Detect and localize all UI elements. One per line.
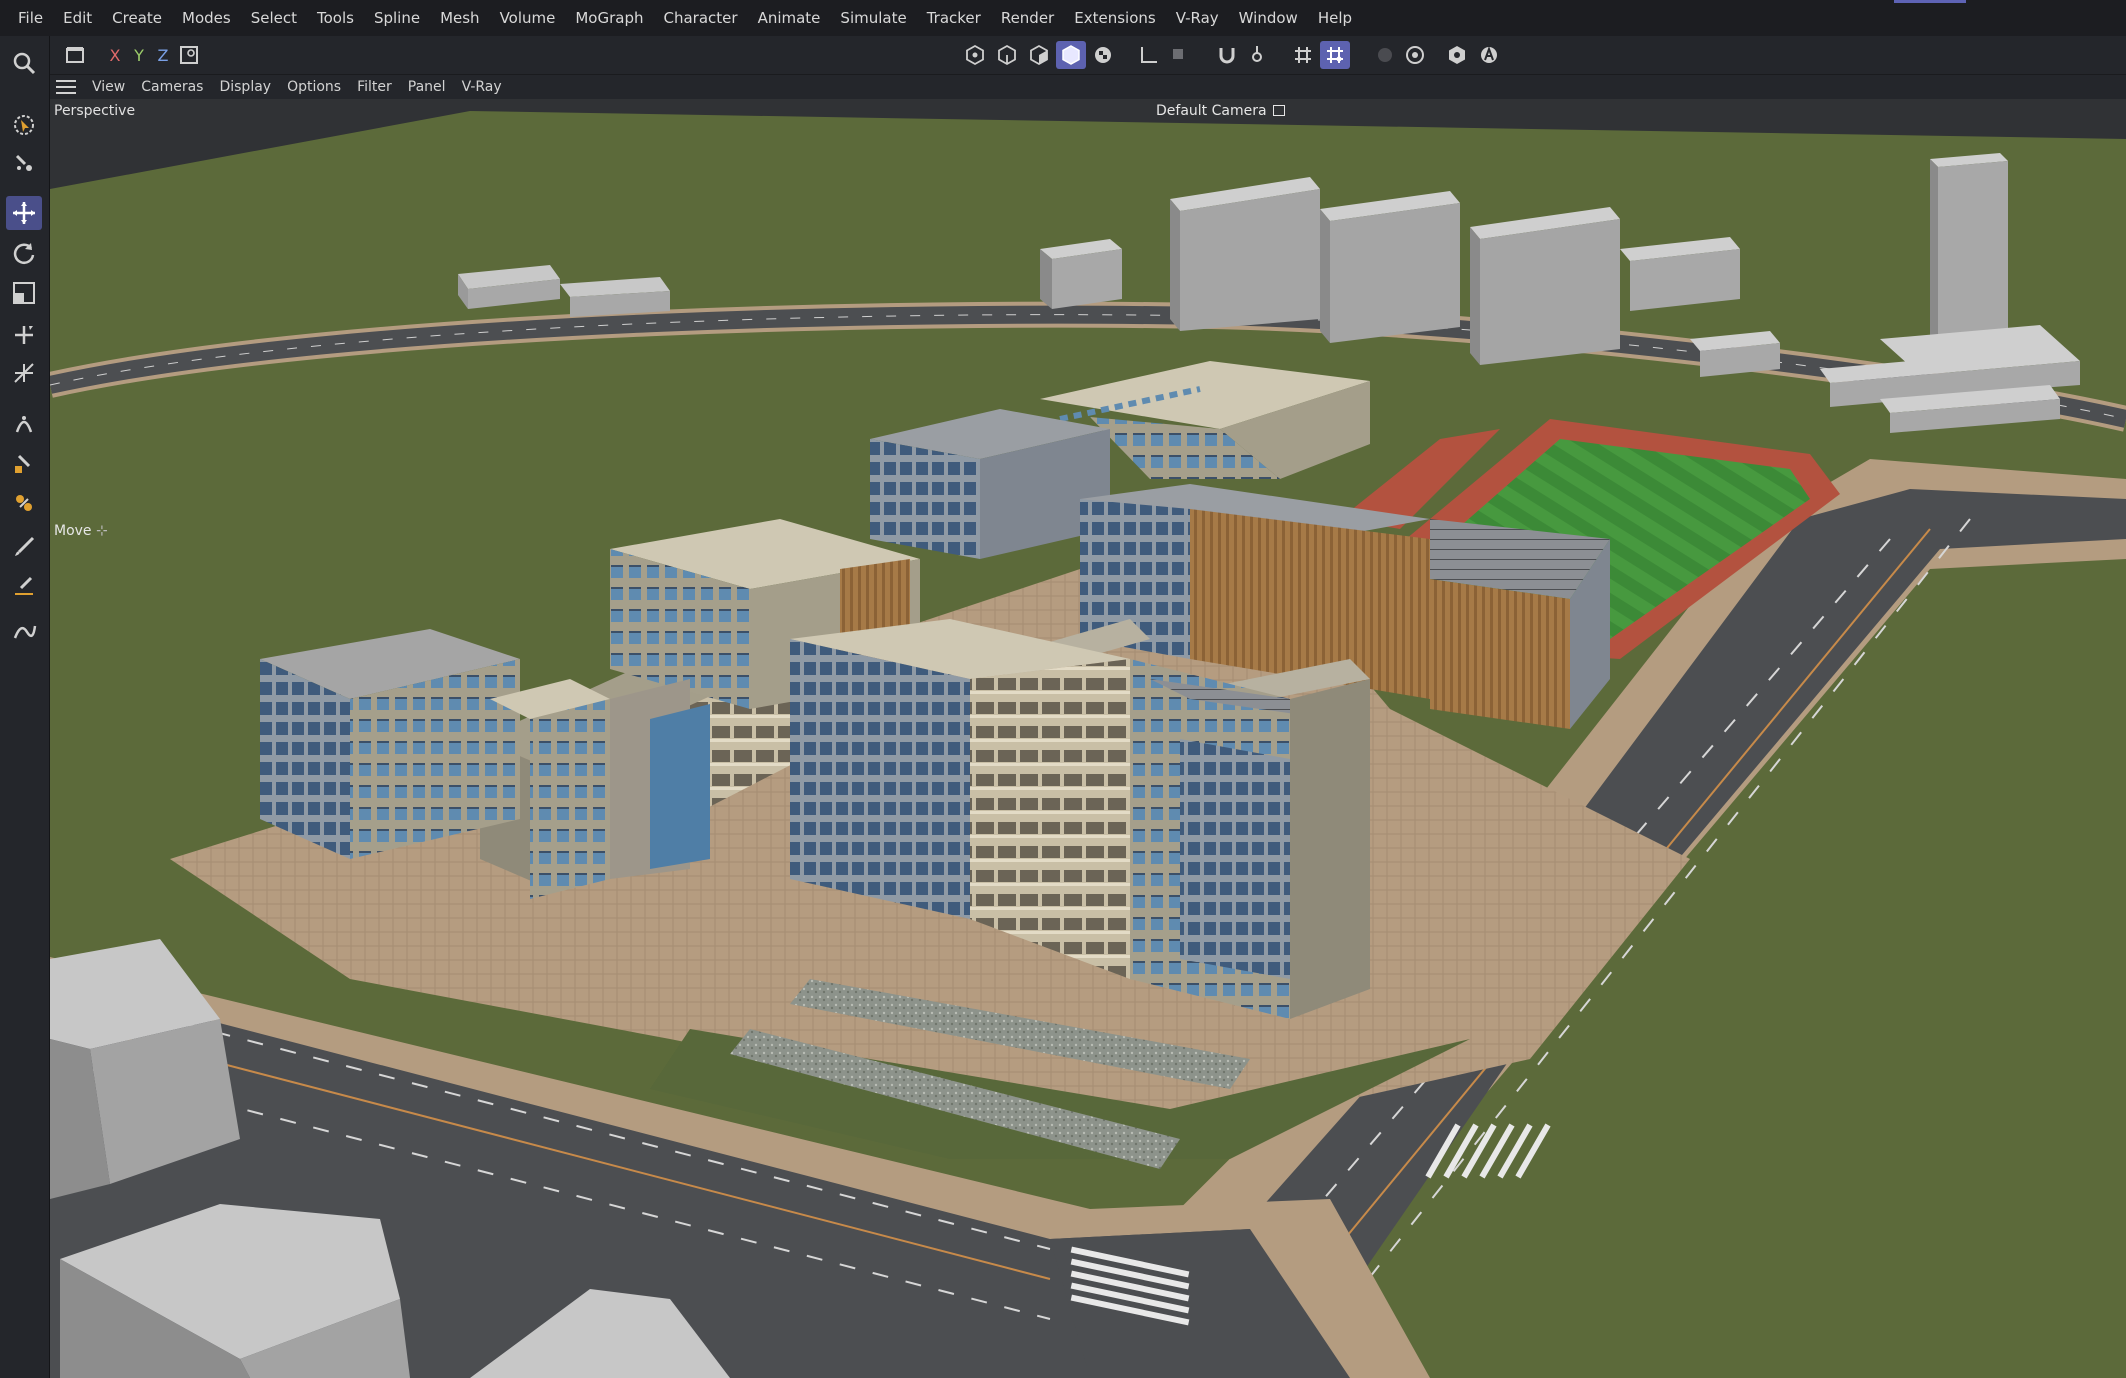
viewport-menu-panel[interactable]: Panel xyxy=(400,79,454,95)
3d-scene-render[interactable] xyxy=(50,99,2126,1378)
menu-create[interactable]: Create xyxy=(102,0,172,36)
snap-scale-icon xyxy=(14,363,34,383)
live-select-icon xyxy=(14,115,34,135)
top-toolbar: X Y Z xyxy=(50,36,2126,74)
viewport-menubar: View Cameras Display Options Filter Panel V-Ra… xyxy=(50,74,2126,99)
viewport-menu-cameras[interactable]: Cameras xyxy=(133,79,211,95)
move-icon xyxy=(13,202,35,224)
menu-extensions[interactable]: Extensions xyxy=(1064,0,1165,36)
edges-mode-icon[interactable] xyxy=(992,41,1022,69)
menu-modes[interactable]: Modes xyxy=(172,0,241,36)
menu-animate[interactable]: Animate xyxy=(748,0,831,36)
tweak-icon xyxy=(15,154,32,171)
left-toolbar xyxy=(0,36,50,1378)
magnet-tool[interactable] xyxy=(6,406,42,440)
menu-select[interactable]: Select xyxy=(241,0,307,36)
knife-tool[interactable] xyxy=(6,570,42,604)
menu-spline[interactable]: Spline xyxy=(364,0,430,36)
viewport-menu-options[interactable]: Options xyxy=(279,79,349,95)
vray-settings-icon[interactable] xyxy=(1474,41,1504,69)
viewport-hamburger-icon[interactable] xyxy=(56,80,76,94)
window-accent-bar xyxy=(1894,0,1966,3)
viewport-menu-filter[interactable]: Filter xyxy=(349,79,400,95)
menu-volume[interactable]: Volume xyxy=(490,0,566,36)
spline-pen-icon xyxy=(13,625,37,639)
model-mode-icon[interactable] xyxy=(1056,41,1086,69)
menu-mograph[interactable]: MoGraph xyxy=(565,0,653,36)
transform-icon xyxy=(15,326,33,344)
coordinate-system-icon[interactable] xyxy=(174,41,204,69)
texture-mode-icon[interactable] xyxy=(1088,41,1118,69)
menu-file[interactable]: File xyxy=(8,0,53,36)
viewport-projection-label[interactable]: Perspective xyxy=(54,103,135,119)
paint-tool[interactable] xyxy=(6,446,42,480)
menu-tracker[interactable]: Tracker xyxy=(917,0,991,36)
polygons-mode-icon[interactable] xyxy=(1024,41,1054,69)
active-tool-label: Move ⊹ xyxy=(54,523,108,539)
magnifier-tool[interactable] xyxy=(6,46,42,80)
transform-tool[interactable] xyxy=(6,318,42,352)
brush-icon xyxy=(15,536,35,556)
tweak-tool[interactable] xyxy=(6,146,42,180)
brush-tool[interactable] xyxy=(6,530,42,564)
rotate-icon xyxy=(13,243,35,264)
camera-name: Default Camera xyxy=(1156,103,1267,119)
magnet-snap-icon[interactable] xyxy=(1212,41,1242,69)
axis-snap-icon[interactable] xyxy=(1242,41,1272,69)
render-region-icon[interactable] xyxy=(1164,41,1194,69)
menu-character[interactable]: Character xyxy=(654,0,748,36)
scale-tool[interactable] xyxy=(6,276,42,310)
vray-render-icon[interactable] xyxy=(1442,41,1472,69)
camera-link-icon xyxy=(1273,105,1285,116)
undo-view-icon[interactable] xyxy=(60,41,90,69)
grid-snap-icon[interactable] xyxy=(1288,41,1318,69)
render-view-icon[interactable] xyxy=(1370,41,1400,69)
menu-tools[interactable]: Tools xyxy=(307,0,364,36)
rotate-tool[interactable] xyxy=(6,236,42,270)
viewport-menu-display[interactable]: Display xyxy=(211,79,279,95)
axis-z-label: Z xyxy=(157,45,169,65)
menu-simulate[interactable]: Simulate xyxy=(830,0,916,36)
weight-icon xyxy=(16,495,32,511)
render-settings-icon[interactable] xyxy=(1400,41,1430,69)
magnifier-icon xyxy=(13,52,36,75)
magnet-icon xyxy=(15,416,33,433)
quantize-icon[interactable] xyxy=(1320,41,1350,69)
viewport-menu-view[interactable]: View xyxy=(84,79,133,95)
active-tool-name: Move xyxy=(54,523,92,539)
spline-pen-tool[interactable] xyxy=(6,614,42,648)
scale-icon xyxy=(13,282,35,304)
paint-icon xyxy=(15,454,31,473)
active-camera-label[interactable]: Default Camera xyxy=(1156,103,1285,119)
move-tool[interactable] xyxy=(6,196,42,230)
weight-tool[interactable] xyxy=(6,486,42,520)
menu-mesh[interactable]: Mesh xyxy=(430,0,490,36)
menu-help[interactable]: Help xyxy=(1308,0,1362,36)
axis-y-label: Y xyxy=(134,45,144,65)
menu-v-ray[interactable]: V-Ray xyxy=(1166,0,1229,36)
live-select-tool[interactable] xyxy=(6,108,42,142)
axis-x-label: X xyxy=(109,45,121,65)
menu-window[interactable]: Window xyxy=(1229,0,1308,36)
points-mode-icon[interactable] xyxy=(960,41,990,69)
knife-icon xyxy=(15,576,33,595)
perspective-viewport[interactable]: Perspective Default Camera Move ⊹ xyxy=(50,99,2126,1378)
workplane-icon[interactable] xyxy=(1134,41,1164,69)
menu-edit[interactable]: Edit xyxy=(53,0,102,36)
snap-scale-tool[interactable] xyxy=(6,356,42,390)
menu-render[interactable]: Render xyxy=(991,0,1064,36)
move-crosshair-icon: ⊹ xyxy=(96,523,108,539)
main-menubar: File Edit Create Modes Select Tools Spline Mesh… xyxy=(0,0,2126,36)
viewport-menu-v-ray[interactable]: V-Ray xyxy=(454,79,510,95)
